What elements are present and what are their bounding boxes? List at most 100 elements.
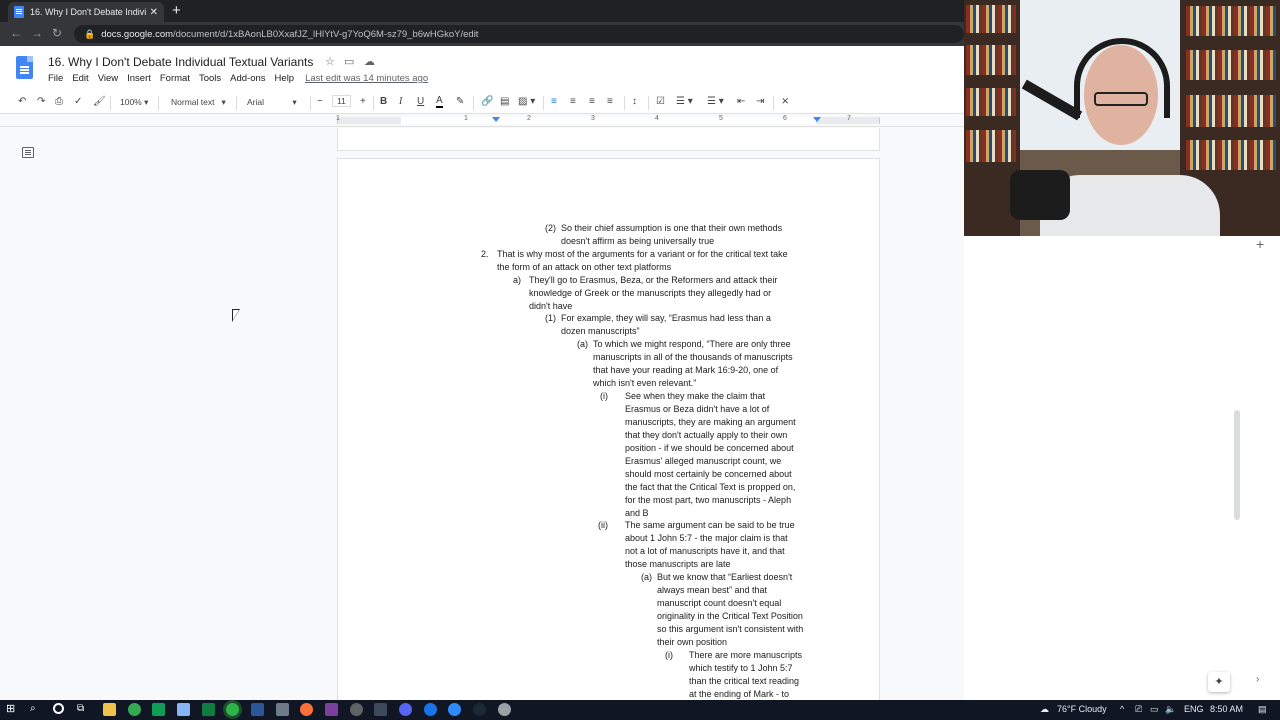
menu-view[interactable]: View <box>98 73 118 84</box>
highlight-icon[interactable]: ✎ <box>456 96 464 107</box>
increase-font-size-icon[interactable]: + <box>360 96 366 107</box>
decrease-font-size-icon[interactable]: − <box>317 96 323 107</box>
cortana-icon[interactable] <box>53 703 64 714</box>
close-tab-icon[interactable]: ✕ <box>150 7 158 18</box>
align-center-icon[interactable]: ≡ <box>570 96 576 107</box>
menu-addons[interactable]: Add-ons <box>230 73 265 84</box>
text-line: manuscripts in all of the thousands of m… <box>593 352 793 362</box>
menu-edit[interactable]: Edit <box>72 73 88 84</box>
text-line: that they don't actually apply to their … <box>625 430 788 440</box>
text-line: There are more manuscripts <box>689 650 803 660</box>
decrease-indent-icon[interactable]: ⇤ <box>737 96 745 107</box>
redo-icon[interactable]: ↷ <box>37 96 45 107</box>
menu-insert[interactable]: Insert <box>127 73 151 84</box>
increase-indent-icon[interactable]: ⇥ <box>756 96 764 107</box>
obs-icon[interactable] <box>350 703 363 716</box>
numbered-list-icon[interactable]: ☰ ▾ <box>707 96 724 107</box>
justify-icon[interactable]: ≡ <box>607 96 613 107</box>
italic-icon[interactable]: I <box>399 96 402 107</box>
align-right-icon[interactable]: ≡ <box>589 96 595 107</box>
left-indent-marker[interactable] <box>492 117 500 122</box>
comment-icon[interactable]: ▤ <box>500 96 509 107</box>
app-icon[interactable] <box>177 703 190 716</box>
search-icon[interactable]: ⌕ <box>30 703 43 716</box>
document-title[interactable]: 16. Why I Don't Debate Individual Textua… <box>48 55 313 69</box>
firefox-icon[interactable] <box>300 703 313 716</box>
undo-icon[interactable]: ↶ <box>18 96 26 107</box>
clear-formatting-icon[interactable]: ⨯ <box>781 96 789 107</box>
settings-icon[interactable] <box>498 703 511 716</box>
text-color-icon[interactable]: A <box>436 96 443 108</box>
ruler[interactable]: 1 1 2 3 4 5 6 7 <box>0 114 964 127</box>
excel-icon[interactable] <box>202 703 215 716</box>
zoom-icon[interactable] <box>448 703 461 716</box>
app-icon[interactable] <box>276 703 289 716</box>
image-icon[interactable]: ▨ ▾ <box>518 96 535 107</box>
line-spacing-icon[interactable]: ↕ <box>632 96 637 107</box>
move-folder-icon[interactable]: ▭ <box>344 55 354 68</box>
text-line: See when they make the claim that <box>625 391 766 401</box>
zoom-select[interactable]: 100% ▾ <box>120 97 148 108</box>
add-side-panel-icon[interactable]: + <box>1256 236 1264 252</box>
spotify-icon[interactable] <box>226 703 239 716</box>
font-select[interactable]: Arial ▾ <box>247 97 297 108</box>
paint-format-icon[interactable]: 🖌 <box>93 96 106 107</box>
print-icon[interactable]: ⎙ <box>55 96 63 107</box>
explore-button[interactable]: ✦ <box>1208 672 1230 692</box>
list-marker: (i) <box>665 650 673 660</box>
clock[interactable]: 8:50 AM <box>1210 704 1243 714</box>
address-bar[interactable]: 🔒 docs.google.com/document/d/1xBAonLB0Xx… <box>74 25 964 43</box>
discord-icon[interactable] <box>399 703 412 716</box>
text-line: those manuscripts are late <box>625 559 731 569</box>
font-size-input[interactable]: 11 <box>332 95 351 107</box>
document-outline-icon[interactable] <box>22 147 34 158</box>
input-language[interactable]: ENG <box>1184 704 1204 714</box>
reload-icon[interactable]: ↻ <box>52 26 62 40</box>
right-indent-marker[interactable] <box>813 117 821 122</box>
bold-icon[interactable]: B <box>380 96 387 107</box>
network-icon[interactable]: ⎚ <box>1135 704 1142 715</box>
docs-logo-icon[interactable] <box>16 56 33 79</box>
docs-header: 16. Why I Don't Debate Individual Textua… <box>0 46 964 92</box>
volume-icon[interactable]: 🔈 <box>1165 704 1176 715</box>
file-explorer-icon[interactable] <box>103 703 116 716</box>
task-view-icon[interactable]: ⧉ <box>77 703 90 716</box>
app-icon[interactable] <box>325 703 338 716</box>
checklist-icon[interactable]: ☑ <box>656 96 665 107</box>
back-icon[interactable]: ← <box>10 26 22 40</box>
bulleted-list-icon[interactable]: ☰ ▾ <box>676 96 693 107</box>
show-hidden-icons[interactable]: ^ <box>1120 704 1124 714</box>
sheets-icon[interactable] <box>152 703 165 716</box>
underline-icon[interactable]: U <box>417 96 424 107</box>
text-line: knowledge of Greek or the manuscripts th… <box>529 288 772 298</box>
text-line: not a lot of manuscripts have it, and th… <box>625 546 785 556</box>
star-icon[interactable]: ☆ <box>325 55 335 68</box>
forward-icon[interactable]: → <box>31 26 43 40</box>
chrome-icon[interactable] <box>128 703 141 716</box>
chevron-right-icon[interactable]: › <box>1256 674 1259 685</box>
style-select[interactable]: Normal text ▾ <box>171 97 226 108</box>
list-marker: (a) <box>641 572 652 582</box>
link-icon[interactable]: 🔗 <box>481 96 493 107</box>
document-page[interactable]: (2) So their chief assumption is one tha… <box>337 158 880 718</box>
menu-help[interactable]: Help <box>275 73 295 84</box>
last-edit-link[interactable]: Last edit was 14 minutes ago <box>305 73 428 84</box>
app-icon[interactable] <box>374 703 387 716</box>
weather-icon[interactable]: ☁ <box>1040 704 1049 715</box>
menu-file[interactable]: File <box>48 73 63 84</box>
menu-format[interactable]: Format <box>160 73 190 84</box>
weather-text[interactable]: 76°F Cloudy <box>1057 704 1107 714</box>
app-icon[interactable] <box>424 703 437 716</box>
word-icon[interactable] <box>251 703 264 716</box>
new-tab-icon[interactable]: + <box>172 2 181 19</box>
spellcheck-icon[interactable]: ✓ <box>74 96 82 107</box>
browser-tab[interactable]: 16. Why I Don't Debate Individu ✕ <box>8 2 164 22</box>
battery-icon[interactable]: ▭ <box>1150 704 1159 715</box>
menu-tools[interactable]: Tools <box>199 73 221 84</box>
cloud-status-icon[interactable]: ☁ <box>364 55 375 68</box>
steam-icon[interactable] <box>473 703 486 716</box>
windows-start-icon[interactable]: ⊞ <box>6 702 19 715</box>
notifications-icon[interactable]: ▤ <box>1258 704 1267 715</box>
vertical-scrollbar[interactable] <box>1234 410 1240 520</box>
align-left-icon[interactable]: ≡ <box>551 96 557 107</box>
